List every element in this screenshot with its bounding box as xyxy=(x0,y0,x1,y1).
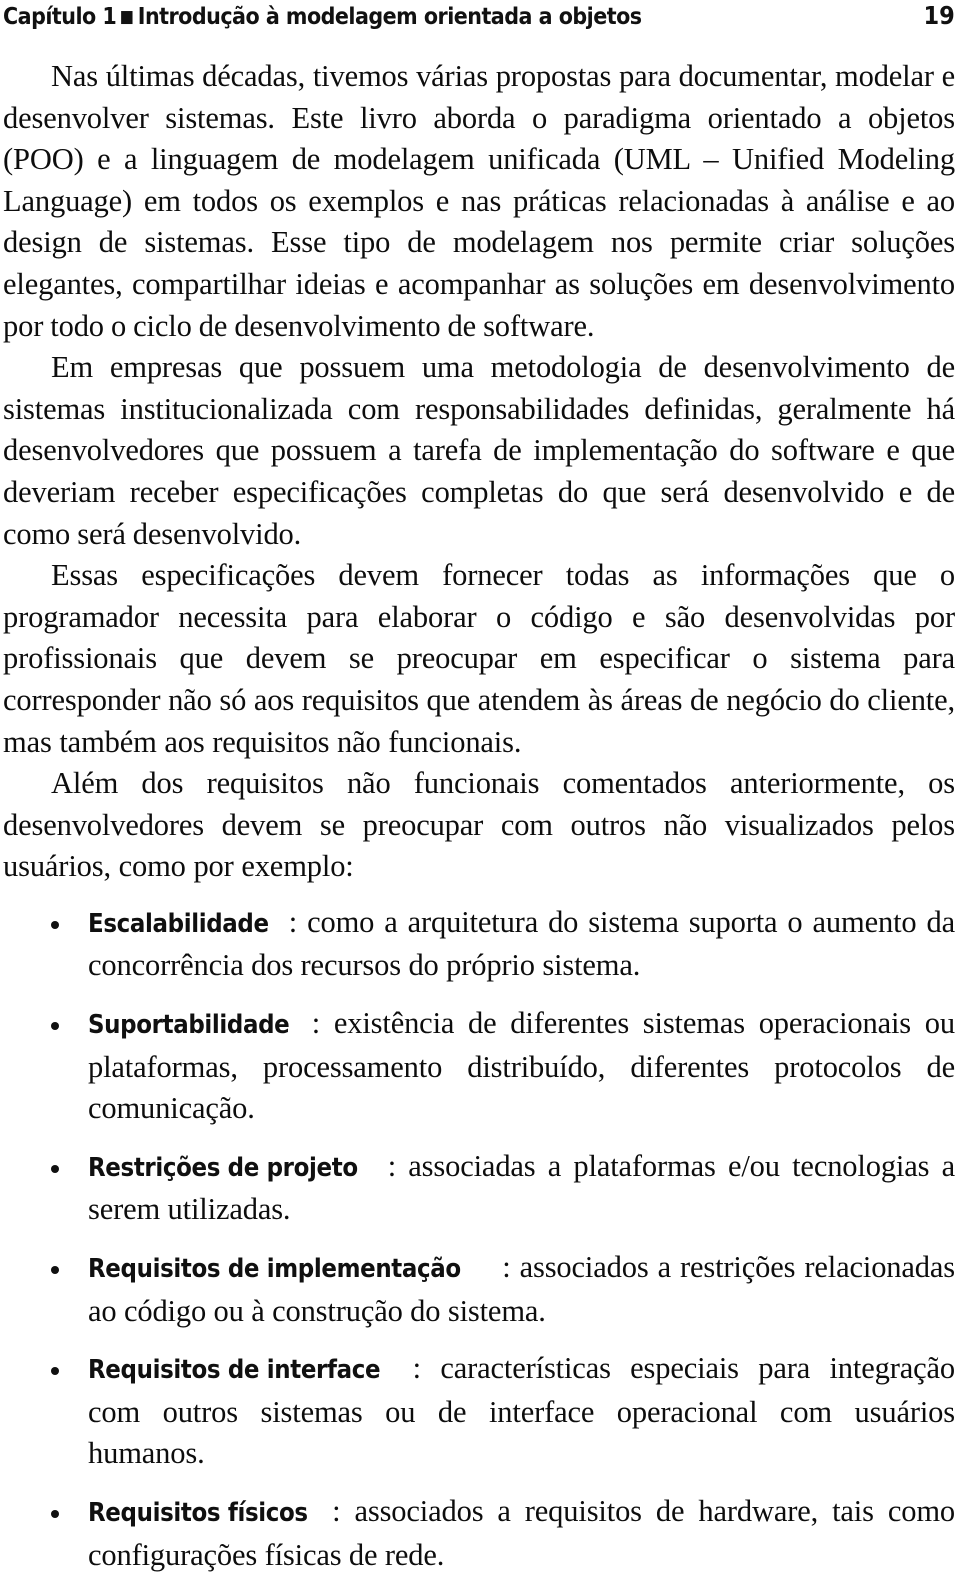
paragraph-4: Além dos requisitos não funcionais comen… xyxy=(3,766,955,884)
running-head-title: Capítulo 1 ■ Introdução à modelagem orient… xyxy=(3,2,642,30)
bullet-icon xyxy=(51,1510,59,1518)
page-number: 19 xyxy=(923,1,955,30)
requirements-list: Escalabilidade: como a arquitetura do si… xyxy=(3,902,955,1572)
list-item-separator: : xyxy=(412,1351,441,1386)
list-item-separator: : xyxy=(311,1006,334,1041)
list-item-term: Requisitos de interface xyxy=(88,1355,381,1386)
paragraph-2: Em empresas que possuem uma metodologia … xyxy=(3,350,955,551)
list-item: Restrições de projeto: associadas a plat… xyxy=(3,1146,955,1231)
bullet-icon xyxy=(51,1367,59,1376)
list-item: Requisitos físicos: associados a requisi… xyxy=(3,1491,955,1572)
list-item: Escalabilidade: como a arquitetura do si… xyxy=(3,902,955,987)
chapter-square-icon: ■ xyxy=(119,7,134,27)
bullet-icon xyxy=(51,1164,59,1173)
bullet-icon xyxy=(51,1022,59,1031)
list-item-term: Restrições de projeto xyxy=(88,1152,358,1183)
list-item-term: Escalabilidade xyxy=(88,908,269,939)
bullet-icon xyxy=(51,1266,59,1275)
list-item-term: Requisitos de implementação xyxy=(88,1254,461,1285)
chapter-label: Capítulo 1 xyxy=(3,2,117,30)
book-page: Capítulo 1 ■ Introdução à modelagem orient… xyxy=(0,0,960,1572)
list-item: Suportabilidade: existência de diferente… xyxy=(3,1003,955,1130)
running-head: Capítulo 1 ■ Introdução à modelagem orient… xyxy=(3,2,955,36)
paragraph-1: Nas últimas décadas, tivemos várias prop… xyxy=(3,59,955,343)
bullet-icon xyxy=(51,920,59,929)
list-item-separator: : xyxy=(288,904,308,939)
list-item-separator: : xyxy=(502,1250,520,1285)
body-text-column: Nas últimas décadas, tivemos várias prop… xyxy=(3,56,955,1572)
list-item: Requisitos de implementação: associados … xyxy=(3,1247,955,1332)
list-item-term: Suportabilidade xyxy=(88,1010,290,1041)
chapter-title: Introdução à modelagem orientada a objet… xyxy=(137,2,642,30)
list-item-separator: : xyxy=(332,1494,355,1528)
list-item: Requisitos de interface: características… xyxy=(3,1348,955,1475)
list-item-term: Requisitos físicos xyxy=(88,1498,308,1528)
paragraph-3: Essas especificações devem fornecer toda… xyxy=(3,558,955,759)
list-item-separator: : xyxy=(387,1148,409,1183)
